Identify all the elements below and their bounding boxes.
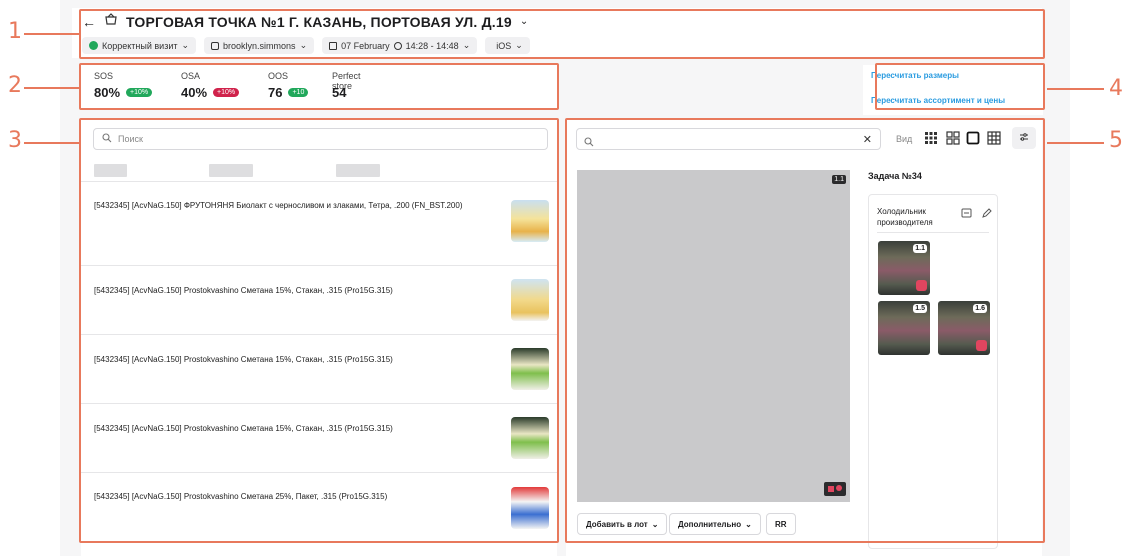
callout-number-1: 1: [8, 19, 22, 44]
callout-line-3: [24, 142, 79, 144]
callout-box-2: [79, 63, 559, 110]
callout-number-4: 4: [1109, 76, 1123, 101]
callout-box-1: [79, 9, 1045, 59]
callout-line-1: [24, 33, 79, 35]
callout-line-2: [24, 87, 79, 89]
callout-box-4: [875, 63, 1045, 110]
callout-number-3: 3: [8, 128, 22, 153]
callout-line-4: [1047, 88, 1104, 90]
callout-box-3: [79, 118, 559, 543]
callout-number-2: 2: [8, 73, 22, 98]
callout-number-5: 5: [1109, 128, 1123, 153]
callout-box-5: [565, 118, 1045, 543]
callout-line-5: [1047, 142, 1104, 144]
